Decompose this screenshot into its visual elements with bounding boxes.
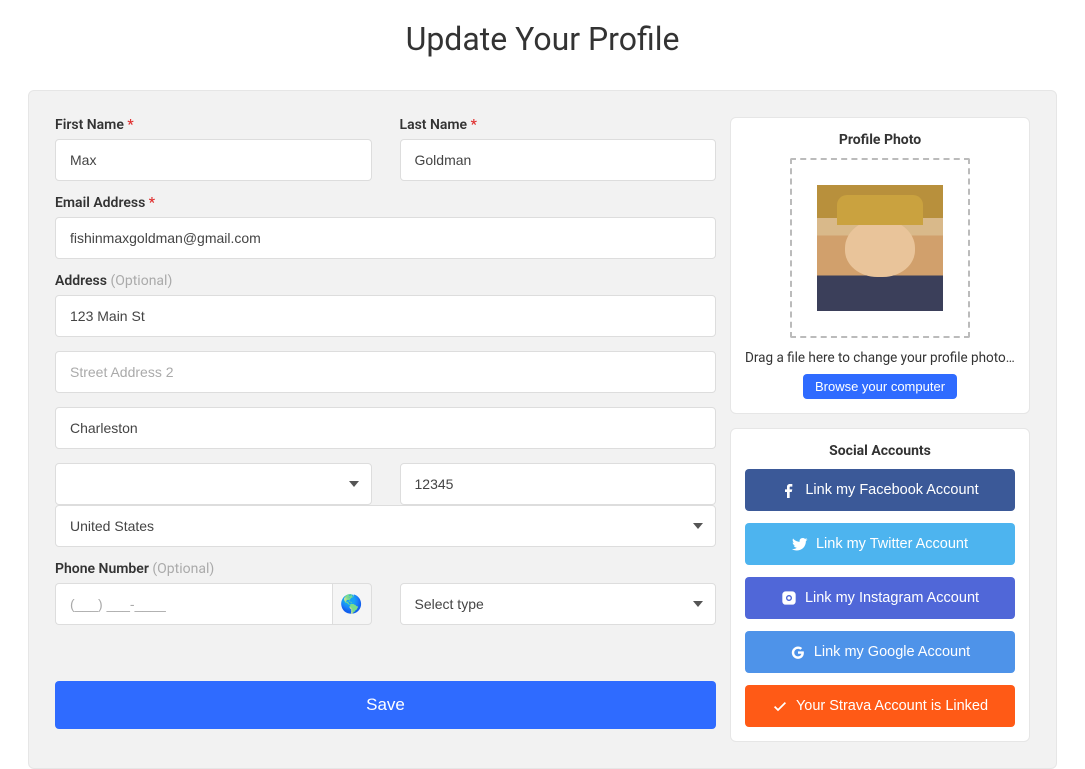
required-asterisk: * — [127, 117, 133, 133]
first-name-label-text: First Name — [55, 117, 124, 133]
google-icon — [790, 644, 806, 660]
facebook-button-label: Link my Facebook Account — [805, 482, 978, 498]
link-facebook-button[interactable]: Link my Facebook Account — [745, 469, 1015, 511]
twitter-icon — [792, 536, 808, 552]
form-column: First Name * Last Name * Email Address * — [55, 117, 716, 742]
email-label-text: Email Address — [55, 195, 145, 211]
link-twitter-button[interactable]: Link my Twitter Account — [745, 523, 1015, 565]
street2-input[interactable] — [55, 351, 716, 393]
social-accounts-card: Social Accounts Link my Facebook Account… — [730, 428, 1030, 742]
address-label-text: Address — [55, 273, 107, 289]
email-label: Email Address * — [55, 195, 716, 211]
page-title: Update Your Profile — [0, 0, 1085, 70]
country-select[interactable]: United States — [55, 505, 716, 547]
state-select[interactable] — [55, 463, 372, 505]
phone-label-text: Phone Number — [55, 561, 149, 577]
street1-input[interactable] — [55, 295, 716, 337]
link-google-button[interactable]: Link my Google Account — [745, 631, 1015, 673]
twitter-button-label: Link my Twitter Account — [816, 536, 968, 552]
email-input[interactable] — [55, 217, 716, 259]
zip-input[interactable] — [400, 463, 717, 505]
first-name-input[interactable] — [55, 139, 372, 181]
check-icon — [772, 698, 788, 714]
strava-button-label: Your Strava Account is Linked — [796, 698, 988, 714]
required-asterisk: * — [471, 117, 477, 133]
last-name-input[interactable] — [400, 139, 717, 181]
avatar-image — [817, 185, 943, 311]
photo-drop-zone[interactable] — [790, 158, 970, 338]
google-button-label: Link my Google Account — [814, 644, 970, 660]
last-name-label: Last Name * — [400, 117, 717, 133]
profile-photo-title: Profile Photo — [745, 132, 1015, 148]
instagram-button-label: Link my Instagram Account — [805, 590, 979, 606]
required-asterisk: * — [149, 195, 155, 211]
facebook-icon — [781, 482, 797, 498]
optional-hint: (Optional) — [152, 561, 214, 577]
last-name-label-text: Last Name — [400, 117, 468, 133]
phone-label: Phone Number (Optional) — [55, 561, 372, 577]
address-label: Address (Optional) — [55, 273, 716, 289]
strava-linked-button[interactable]: Your Strava Account is Linked — [745, 685, 1015, 727]
profile-form-container: First Name * Last Name * Email Address * — [28, 90, 1057, 769]
instagram-icon — [781, 590, 797, 606]
social-accounts-title: Social Accounts — [745, 443, 1015, 459]
city-input[interactable] — [55, 407, 716, 449]
globe-icon[interactable]: 🌎 — [332, 583, 372, 625]
browse-computer-button[interactable]: Browse your computer — [803, 374, 957, 399]
phone-type-select[interactable]: Select type — [400, 583, 717, 625]
first-name-label: First Name * — [55, 117, 372, 133]
save-button[interactable]: Save — [55, 681, 716, 729]
link-instagram-button[interactable]: Link my Instagram Account — [745, 577, 1015, 619]
phone-input[interactable] — [55, 583, 332, 625]
profile-photo-card: Profile Photo Drag a file here to change… — [730, 117, 1030, 414]
photo-drop-text: Drag a file here to change your profile … — [745, 350, 1015, 366]
optional-hint: (Optional) — [110, 273, 172, 289]
